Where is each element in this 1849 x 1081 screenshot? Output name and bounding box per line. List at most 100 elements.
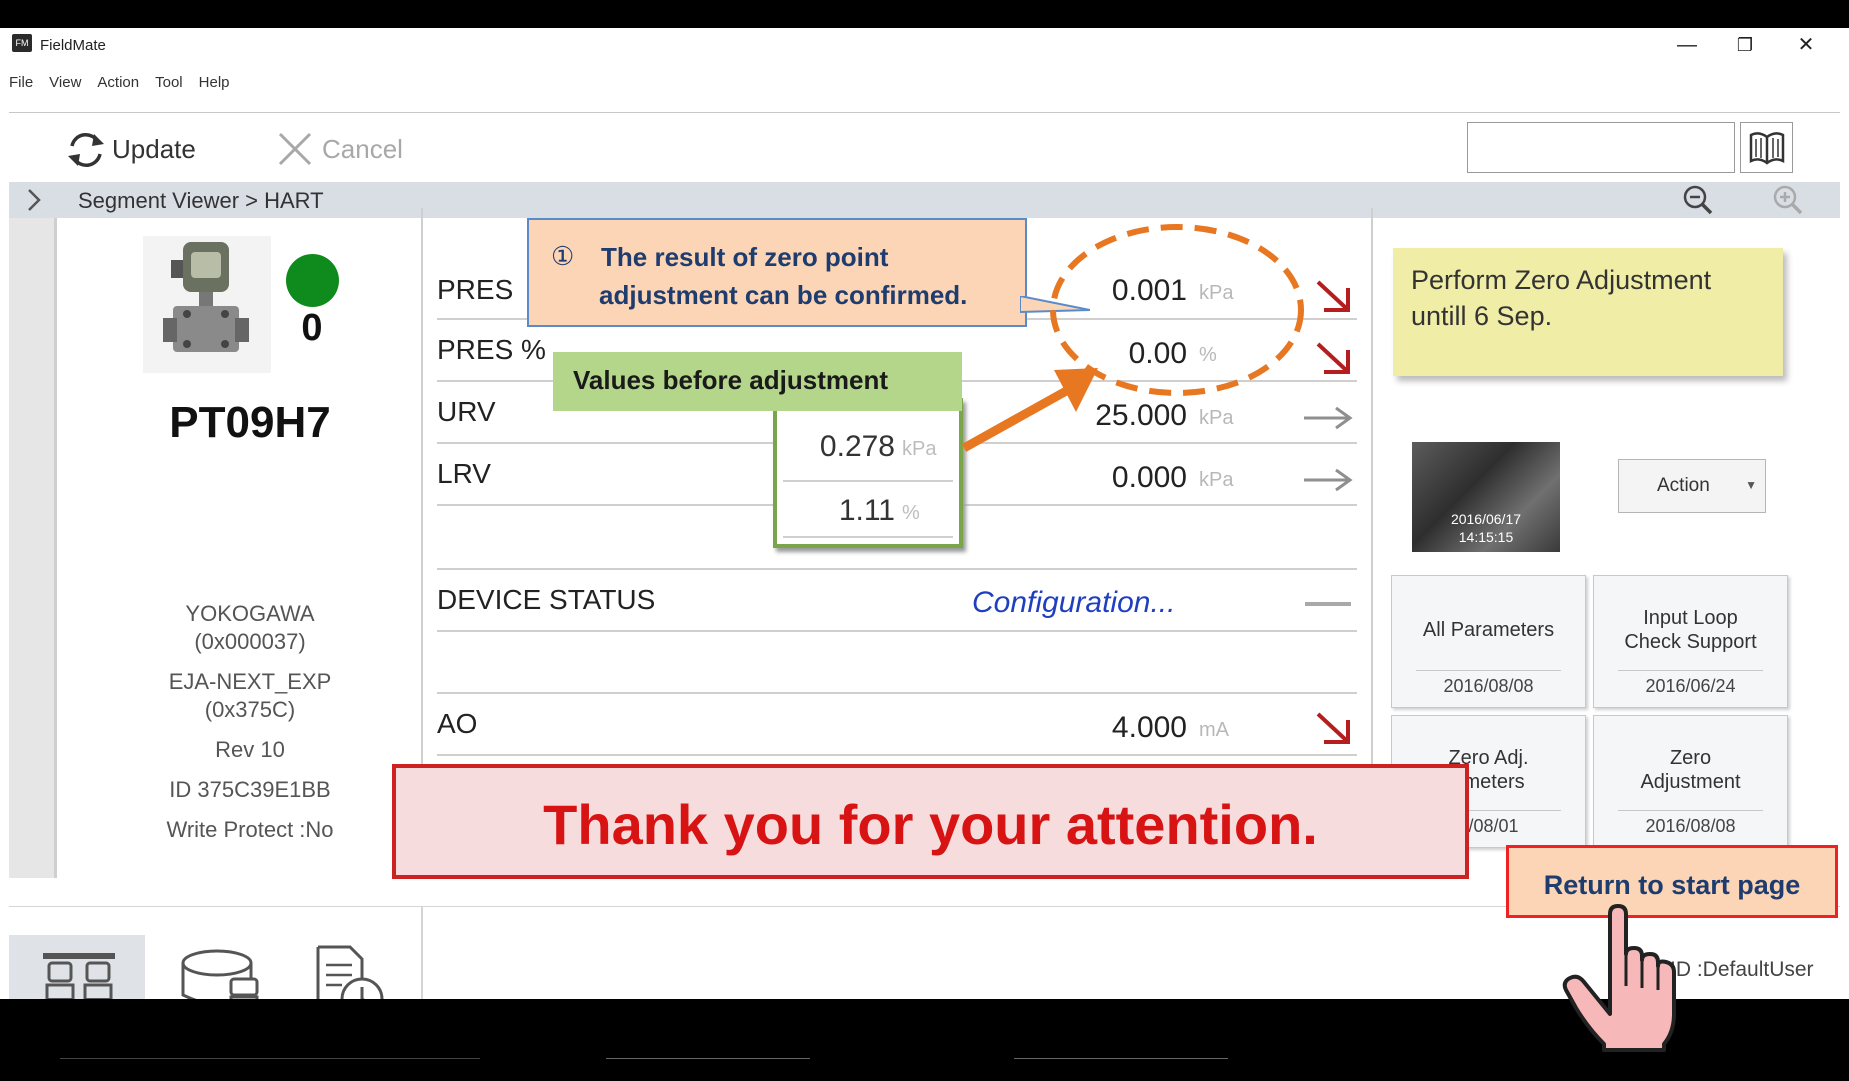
cancel-label: Cancel [322,134,403,164]
tile-separator [1618,810,1763,811]
orange-arrow-icon [958,356,1108,456]
menu-help[interactable]: Help [199,74,230,91]
manufacturer: YOKOGAWA [185,601,315,626]
zoom-in-button[interactable] [1769,184,1809,216]
chevron-right-icon [9,182,59,218]
tile-separator [1618,670,1763,671]
param-value-ao: 4.000 [1111,711,1187,744]
tile-date: 2016/08/08 [1443,676,1534,696]
before-divider [783,480,953,482]
taskbar-line [606,1058,810,1059]
zoom-in-icon [1769,184,1809,216]
down-right-red-arrow-icon [1310,276,1354,316]
menu-view[interactable]: View [49,74,81,91]
window-title: FieldMate [40,37,106,54]
taskbar-line [60,1058,480,1059]
thanks-text: Thank you for your attention. [543,793,1318,856]
param-unit-urv: kPa [1199,407,1234,429]
row-divider [437,568,1357,570]
restore-button[interactable]: ❐ [1720,30,1770,60]
left-rail [9,218,57,878]
return-to-start-label: Return to start page [1543,870,1801,900]
notice-line-1: Perform Zero Adjustment [1411,265,1712,295]
menu-file[interactable]: File [9,74,33,91]
down-right-red-arrow-icon [1310,708,1354,748]
cancel-x-icon [276,130,314,168]
param-label-ao: AO [437,708,478,739]
before-value-pres: 0.278 [819,430,895,463]
before-values-header: Values before adjustment [553,352,962,411]
model-id: (0x375C) [204,697,296,722]
device-tag: PT09H7 [169,398,331,447]
toolbar-divider [9,112,1840,113]
param-value-lrv: 0.000 [1111,461,1187,494]
photo-timestamp: 2016/06/17 14:15:15 [1412,510,1560,546]
zoom-out-button[interactable] [1679,184,1719,216]
photo-time: 14:15:15 [1458,529,1514,545]
update-label: Update [112,134,196,164]
status-indicator-light [286,254,339,307]
action-dropdown[interactable]: Action ▼ [1618,459,1766,513]
action-dropdown-label: Action [1657,475,1710,496]
param-label-urv: URV [437,396,496,427]
taskbar-line [1014,1058,1228,1059]
tile-title-line-2: Adjustment [1640,771,1741,793]
device-image [143,236,271,373]
photo-date: 2016/06/17 [1450,511,1522,527]
callout-line-2: adjustment can be confirmed. [599,280,968,310]
tile-all-parameters[interactable]: All Parameters 2016/08/08 [1391,575,1586,708]
expand-panel-button[interactable] [9,182,59,218]
before-unit-pres: kPa [902,438,937,460]
tile-title-line-1: Zero [1669,747,1712,769]
callout-zero-point: ① The result of zero point adjustment ca… [527,218,1027,327]
dash-icon [1305,602,1351,606]
menu-bar: File View Action Tool Help [9,74,246,98]
callout-line-1: The result of zero point [601,242,889,272]
refresh-icon [64,128,108,172]
model: EJA-NEXT_EXP [168,669,332,694]
close-button[interactable]: ✕ [1781,30,1831,60]
device-id: ID 375C39E1BB [169,777,331,802]
tile-date: 2016/06/24 [1645,676,1736,696]
notice-sticky: Perform Zero Adjustment untill 6 Sep. [1393,248,1783,376]
tile-separator [1416,670,1561,671]
manufacturer-id: (0x000037) [194,629,306,654]
before-values-box: 0.278 kPa 1.11 % [773,398,963,548]
tile-zero-adjustment[interactable]: Zero Adjustment 2016/08/08 [1593,715,1788,848]
notice-line-2: untill 6 Sep. [1411,301,1553,331]
row-divider [437,692,1357,694]
column-divider [1371,208,1373,784]
down-right-red-arrow-icon [1310,338,1354,378]
param-unit-ao: mA [1199,719,1229,741]
menu-action[interactable]: Action [97,74,139,91]
menu-tool[interactable]: Tool [155,74,183,91]
minimize-button[interactable]: — [1662,30,1712,60]
param-label-pres: PRES [437,274,514,305]
tile-title: Zero Adjustment [1594,746,1787,794]
right-gray-arrow-icon [1302,398,1353,438]
tile-title: Input Loop Check Support [1594,606,1787,654]
tile-title-line-2: Check Support [1624,631,1757,653]
pointing-hand-icon [1560,904,1680,1054]
zoom-out-icon [1679,184,1719,216]
search-input[interactable] [1467,122,1735,173]
column-divider [421,208,423,784]
tile-input-loop-check[interactable]: Input Loop Check Support 2016/06/24 [1593,575,1788,708]
thanks-banner: Thank you for your attention. [392,764,1469,879]
before-unit-pres-percent: % [902,502,920,524]
before-divider [783,536,953,538]
device-status-value[interactable]: Configuration... [972,586,1175,620]
before-value-pres-percent: 1.11 [838,494,895,527]
device-photo[interactable]: 2016/06/17 14:15:15 [1412,442,1560,552]
callout-number: ① [551,241,575,271]
app-logo-icon: FM [12,34,32,52]
right-gray-arrow-icon [1302,460,1353,500]
dropdown-arrow-icon: ▼ [1745,478,1757,492]
search-book-button[interactable] [1740,122,1793,173]
title-bar: FM FieldMate — ❐ ✕ [0,28,1849,62]
param-unit-lrv: kPa [1199,469,1234,491]
param-label-pres-percent: PRES % [437,334,546,365]
row-divider [437,630,1357,632]
row-divider [437,754,1357,756]
write-protect: Write Protect :No [166,817,334,842]
